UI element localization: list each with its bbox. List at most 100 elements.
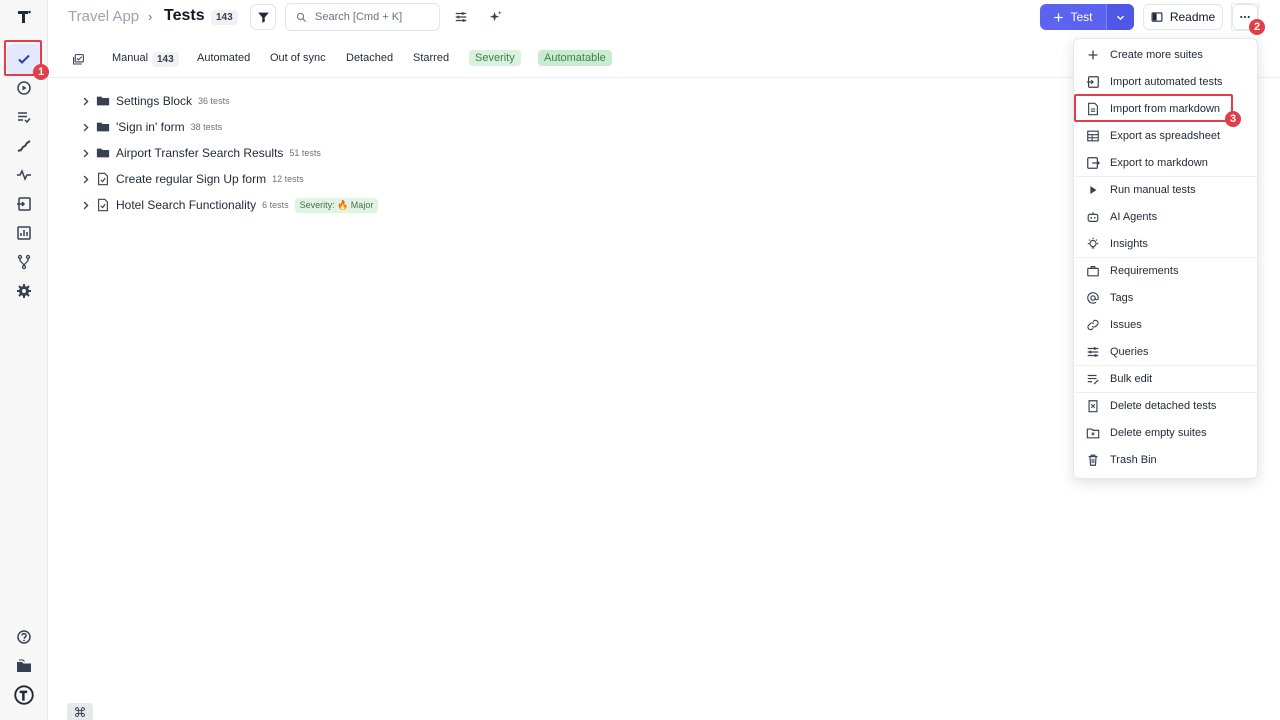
menu-create-more-suites[interactable]: Create more suites: [1074, 42, 1257, 68]
top-bar: Travel App › Tests 143 Test Readme: [48, 0, 1280, 34]
step-marker-3: 3: [1225, 111, 1241, 127]
menu-issues[interactable]: Issues: [1074, 312, 1257, 338]
tab-starred[interactable]: Starred: [413, 52, 449, 64]
tests-count-badge: 143: [211, 10, 238, 25]
folder-icon: [96, 94, 114, 108]
readme-label: Readme: [1169, 10, 1216, 24]
file-text-icon: [1088, 102, 1098, 116]
tree-row[interactable]: Create regular Sign Up form 12 tests: [80, 168, 304, 190]
menu-requirements[interactable]: Requirements: [1074, 258, 1257, 284]
account-avatar-icon[interactable]: [7, 680, 41, 710]
suite-name[interactable]: Create regular Sign Up form: [116, 172, 266, 186]
suite-count: 6 tests: [262, 200, 289, 210]
menu-item-label: AI Agents: [1110, 211, 1158, 223]
menu-item-label: Insights: [1110, 238, 1148, 250]
steps-nav-icon[interactable]: [7, 131, 41, 161]
new-test-dropdown[interactable]: [1106, 4, 1134, 30]
menu-insights[interactable]: Insights: [1074, 231, 1257, 257]
chevron-right-icon[interactable]: [80, 96, 94, 107]
analytics-nav-icon[interactable]: [7, 218, 41, 248]
menu-delete-detached-tests[interactable]: Delete detached tests: [1074, 393, 1257, 419]
menu-item-label: Run manual tests: [1110, 184, 1196, 196]
chevron-right-icon[interactable]: [80, 174, 94, 185]
new-test-button[interactable]: Test: [1040, 4, 1134, 30]
tab-manual-count: 143: [152, 52, 179, 67]
sidebar: [0, 0, 48, 720]
menu-item-label: Trash Bin: [1110, 454, 1157, 466]
menu-import-automated-tests[interactable]: Import automated tests: [1074, 69, 1257, 95]
tab-automated[interactable]: Automated: [197, 52, 250, 64]
menu-item-label: Issues: [1110, 319, 1142, 331]
book-icon: [1151, 12, 1163, 22]
sliders-icon: [1087, 347, 1099, 357]
suite-name[interactable]: Settings Block: [116, 94, 192, 108]
menu-ai-agents[interactable]: AI Agents: [1074, 204, 1257, 230]
folder-icon: [96, 146, 114, 160]
lightbulb-icon: [1087, 237, 1099, 249]
folder-icon: [96, 120, 114, 134]
more-options-menu: Create more suites Import automated test…: [1073, 38, 1258, 479]
menu-delete-empty-suites[interactable]: Delete empty suites: [1074, 420, 1257, 446]
suite-name[interactable]: Airport Transfer Search Results: [116, 146, 283, 160]
tree-row[interactable]: Airport Transfer Search Results 51 tests: [80, 142, 321, 164]
branches-nav-icon[interactable]: [7, 247, 41, 277]
search-box[interactable]: [285, 3, 440, 31]
briefcase-icon: [1087, 266, 1099, 277]
tree-row[interactable]: 'Sign in' form 38 tests: [80, 116, 222, 138]
menu-export-as-spreadsheet[interactable]: Export as spreadsheet: [1074, 123, 1257, 149]
tab-automatable[interactable]: Automatable: [538, 50, 612, 66]
file-check-icon: [96, 198, 114, 212]
chevron-right-icon[interactable]: [80, 122, 94, 133]
menu-item-label: Delete detached tests: [1110, 400, 1217, 412]
sliders-icon[interactable]: [449, 5, 473, 29]
suite-name[interactable]: 'Sign in' form: [116, 120, 185, 134]
projects-icon[interactable]: [7, 651, 41, 681]
logo-icon[interactable]: [7, 2, 41, 32]
menu-queries[interactable]: Queries: [1074, 339, 1257, 365]
menu-run-manual-tests[interactable]: Run manual tests: [1074, 177, 1257, 203]
new-test-main[interactable]: Test: [1040, 4, 1106, 30]
menu-item-label: Requirements: [1110, 265, 1179, 277]
chevron-right-icon[interactable]: [80, 148, 94, 159]
step-marker-1: 1: [33, 64, 49, 80]
chevron-right-icon[interactable]: [80, 200, 94, 211]
tab-severity[interactable]: Severity: [469, 50, 521, 66]
tree-row[interactable]: Hotel Search Functionality 6 tests Sever…: [80, 194, 379, 216]
folder-x-icon: [1086, 428, 1100, 439]
import-icon: [1086, 76, 1099, 88]
link-icon: [1087, 319, 1099, 331]
stack-view-icon[interactable]: [66, 47, 90, 71]
filter-button[interactable]: [250, 4, 276, 30]
menu-item-label: Export to markdown: [1110, 157, 1208, 169]
table-icon: [1087, 130, 1099, 142]
file-check-icon: [96, 172, 114, 186]
help-icon[interactable]: [7, 622, 41, 652]
suite-count: 38 tests: [190, 122, 223, 132]
tab-out-of-sync[interactable]: Out of sync: [270, 52, 326, 64]
suite-name[interactable]: Hotel Search Functionality: [116, 198, 256, 212]
menu-tags[interactable]: Tags: [1074, 285, 1257, 311]
search-input[interactable]: [315, 11, 425, 23]
ai-sparkle-icon[interactable]: [483, 5, 507, 29]
tab-detached[interactable]: Detached: [346, 52, 393, 64]
menu-bulk-edit[interactable]: Bulk edit: [1074, 366, 1257, 392]
keyboard-shortcuts-button[interactable]: ⌘: [67, 703, 93, 720]
import-nav-icon[interactable]: [7, 189, 41, 219]
menu-trash-bin[interactable]: Trash Bin: [1074, 447, 1257, 473]
settings-nav-icon[interactable]: [7, 276, 41, 306]
pulse-nav-icon[interactable]: [7, 160, 41, 190]
tree-row[interactable]: Settings Block 36 tests: [80, 90, 230, 112]
plus-icon: [1054, 12, 1064, 22]
breadcrumb-project[interactable]: Travel App: [68, 8, 139, 25]
plus-icon: [1088, 50, 1098, 60]
readme-button[interactable]: Readme: [1143, 4, 1223, 30]
breadcrumb-separator: ›: [148, 9, 153, 24]
tab-manual[interactable]: Manual: [112, 52, 148, 64]
robot-icon: [1087, 212, 1099, 222]
delete-file-icon: [1088, 400, 1098, 413]
menu-item-label: Delete empty suites: [1110, 427, 1207, 439]
menu-export-to-markdown[interactable]: Export to markdown: [1074, 150, 1257, 176]
suite-count: 12 tests: [272, 174, 304, 184]
plans-nav-icon[interactable]: [7, 102, 41, 132]
menu-item-label: Tags: [1110, 292, 1134, 304]
